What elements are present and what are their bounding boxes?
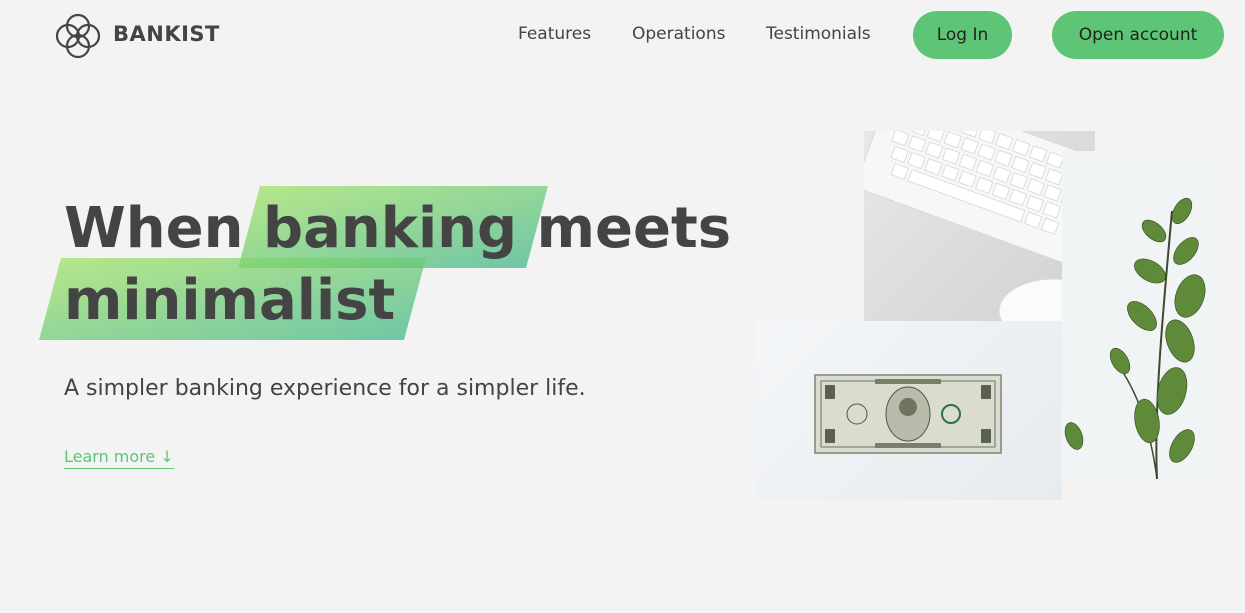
hero-subtitle: A simpler banking experience for a simpl… (64, 376, 586, 401)
navbar: BANKIST Features Operations Testimonials… (0, 0, 1245, 72)
nav-link-features[interactable]: Features (518, 24, 591, 44)
title-highlight-minimalist: minimalist (64, 264, 395, 338)
dollar-bill-image (755, 321, 1062, 500)
open-account-button[interactable]: Open account (1052, 11, 1224, 59)
plant-image (1062, 151, 1215, 479)
title-highlight-banking: banking (263, 192, 517, 266)
nav-link-operations[interactable]: Operations (632, 24, 725, 44)
nav-link-testimonials[interactable]: Testimonials (766, 24, 871, 44)
title-word-when: When (64, 196, 244, 261)
login-button[interactable]: Log In (913, 11, 1012, 59)
learn-more-link[interactable]: Learn more ↓ (64, 447, 174, 469)
keyboard-mouse-image (864, 131, 1095, 346)
bankist-logo-icon[interactable] (54, 13, 102, 59)
title-word-meets: meets (536, 196, 732, 261)
brand-name: BANKIST (113, 22, 220, 46)
